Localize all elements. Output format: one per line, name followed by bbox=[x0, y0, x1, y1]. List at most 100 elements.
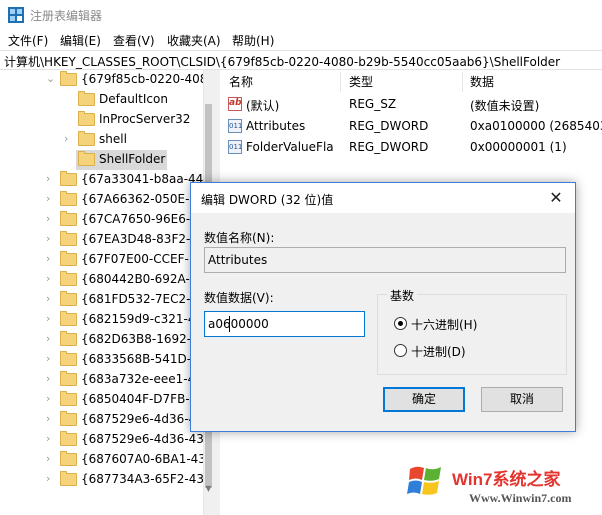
expand-chevron-icon[interactable]: › bbox=[64, 133, 74, 145]
expand-chevron-icon[interactable]: › bbox=[46, 333, 56, 345]
tree-item-label: {682159d9-c321-47 bbox=[81, 312, 204, 326]
tree-item-key[interactable]: › {67EA3D48-83F2-40 bbox=[0, 230, 206, 250]
edit-dword-dialog: 编辑 DWORD (32 位)值 ✕ 数值名称(N): Attributes 数… bbox=[190, 182, 576, 432]
column-divider[interactable] bbox=[340, 72, 341, 92]
tree-item-key[interactable]: › {687529e6-4d36-433 bbox=[0, 430, 212, 450]
scroll-down-arrow-icon[interactable]: ▼ bbox=[203, 484, 214, 494]
radio-hex-label[interactable]: 十六进制(H) bbox=[411, 316, 477, 333]
menu-edit[interactable]: 编辑(E) bbox=[60, 32, 101, 49]
address-bar[interactable]: 计算机\HKEY_CLASSES_ROOT\CLSID\{679f85cb-02… bbox=[0, 50, 602, 70]
tree-item-key[interactable]: › {687607A0-6BA1-43 bbox=[0, 450, 206, 470]
tree-item-defaulticon[interactable]: DefaultIcon bbox=[0, 90, 203, 110]
folder-icon bbox=[60, 391, 77, 406]
watermark-title: Win7系统之家 bbox=[452, 470, 561, 489]
value-name[interactable]: (默认) bbox=[246, 97, 279, 114]
expand-chevron-icon[interactable]: › bbox=[46, 273, 56, 285]
tree-item-label: {680442B0-692A-46 bbox=[81, 272, 206, 286]
value-type: REG_SZ bbox=[349, 97, 397, 111]
tree-item-inprocserver32[interactable]: InProcServer32 bbox=[0, 110, 203, 130]
tree-item-key[interactable]: › {687529e6-4d36-43 bbox=[0, 410, 204, 430]
collapse-chevron-icon[interactable]: ⌄ bbox=[46, 73, 56, 85]
tree-item-key[interactable]: › {681FD532-7EC2-45 bbox=[0, 290, 206, 310]
folder-icon bbox=[60, 291, 77, 306]
tree-item-key[interactable]: › {67F07E00-CCEF-11 bbox=[0, 250, 205, 270]
tree-item-label: {67CA7650-96E6-4F bbox=[81, 212, 205, 226]
close-icon[interactable]: ✕ bbox=[547, 189, 565, 207]
expand-chevron-icon[interactable]: › bbox=[46, 173, 56, 185]
menu-help[interactable]: 帮助(H) bbox=[232, 32, 274, 49]
value-name-field: Attributes bbox=[204, 247, 566, 273]
menu-view[interactable]: 查看(V) bbox=[113, 32, 155, 49]
window-title: 注册表编辑器 bbox=[30, 9, 103, 23]
cancel-button[interactable]: 取消 bbox=[481, 387, 563, 412]
tree-item-label: {681FD532-7EC2-45 bbox=[81, 292, 206, 306]
tree-item-parent-key[interactable]: ⌄ {679f85cb-0220-4080 bbox=[0, 70, 214, 90]
column-header-name[interactable]: 名称 bbox=[229, 73, 253, 90]
value-name-label: 数值名称(N): bbox=[204, 231, 275, 245]
regedit-app-icon bbox=[8, 7, 24, 23]
expand-chevron-icon[interactable]: › bbox=[46, 353, 56, 365]
expand-chevron-icon[interactable]: › bbox=[46, 233, 56, 245]
value-name[interactable]: FolderValueFla bbox=[246, 140, 334, 154]
value-name[interactable]: Attributes bbox=[246, 119, 305, 133]
folder-icon bbox=[78, 91, 95, 106]
expand-chevron-icon[interactable]: › bbox=[46, 213, 56, 225]
column-header-data[interactable]: 数据 bbox=[470, 73, 494, 90]
expand-chevron-icon[interactable]: › bbox=[46, 253, 56, 265]
dword-value-icon: 011 bbox=[228, 140, 242, 154]
expand-chevron-icon[interactable]: › bbox=[46, 193, 56, 205]
menu-file[interactable]: 文件(F) bbox=[8, 32, 48, 49]
radio-decimal[interactable] bbox=[394, 344, 407, 357]
tree-item-label: {67F07E00-CCEF-11 bbox=[81, 252, 205, 266]
tree-item-key[interactable]: › {67a33041-b8aa-443 bbox=[0, 170, 211, 190]
expand-chevron-icon[interactable]: › bbox=[46, 453, 56, 465]
expand-chevron-icon[interactable]: › bbox=[46, 313, 56, 325]
expand-chevron-icon[interactable]: › bbox=[46, 413, 56, 425]
folder-icon bbox=[60, 371, 77, 386]
tree-item-key[interactable]: › {6850404F-D7FB-32 bbox=[0, 390, 205, 410]
text-caret bbox=[229, 316, 230, 332]
tree-item-key[interactable]: › {67A66362-050E-42 bbox=[0, 190, 205, 210]
tree-item-label: ShellFolder bbox=[99, 152, 166, 166]
folder-icon bbox=[60, 251, 77, 266]
menu-favorites[interactable]: 收藏夹(A) bbox=[167, 32, 221, 49]
string-value-icon: ab bbox=[228, 97, 242, 111]
column-header-type[interactable]: 类型 bbox=[349, 73, 373, 90]
folder-icon bbox=[60, 451, 77, 466]
expand-chevron-icon[interactable]: › bbox=[46, 373, 56, 385]
ok-button[interactable]: 确定 bbox=[383, 387, 465, 412]
tree-item-label: {67A66362-050E-42 bbox=[81, 192, 205, 206]
folder-icon bbox=[60, 211, 77, 226]
tree-item-key[interactable]: › {682D63B8-1692-31 bbox=[0, 330, 207, 350]
tree-item-shell[interactable]: › shell bbox=[0, 130, 203, 150]
tree-item-label: DefaultIcon bbox=[99, 92, 168, 106]
tree-item-label: {6850404F-D7FB-32 bbox=[81, 392, 205, 406]
value-type: REG_DWORD bbox=[349, 140, 429, 154]
registry-tree[interactable]: ⌄ {679f85cb-0220-4080 DefaultIcon InProc… bbox=[0, 70, 214, 515]
column-divider[interactable] bbox=[462, 72, 463, 92]
value-data: 0x00000001 (1) bbox=[470, 140, 567, 154]
folder-icon bbox=[78, 131, 95, 146]
expand-chevron-icon[interactable]: › bbox=[46, 393, 56, 405]
expand-chevron-icon[interactable]: › bbox=[46, 473, 56, 485]
radio-decimal-label[interactable]: 十进制(D) bbox=[411, 343, 466, 360]
tree-item-key[interactable]: › {683a732e-eee1-4a bbox=[0, 370, 203, 390]
tree-item-key[interactable]: › {682159d9-c321-47 bbox=[0, 310, 203, 330]
tree-item-label: {682D63B8-1692-31 bbox=[81, 332, 207, 346]
folder-icon bbox=[78, 151, 95, 166]
tree-item-key[interactable]: › {680442B0-692A-46 bbox=[0, 270, 206, 290]
folder-icon bbox=[60, 311, 77, 326]
windows-logo-icon bbox=[407, 466, 441, 495]
radio-hex[interactable] bbox=[394, 317, 407, 330]
base-groupbox bbox=[377, 294, 567, 375]
expand-chevron-icon[interactable]: › bbox=[46, 433, 56, 445]
expand-chevron-icon[interactable]: › bbox=[46, 293, 56, 305]
tree-item-key[interactable]: › {6833568B-541D-42 bbox=[0, 350, 206, 370]
dialog-title: 编辑 DWORD (32 位)值 bbox=[201, 193, 334, 207]
tree-item-key[interactable]: › {687734A3-65F2-43E bbox=[0, 470, 212, 490]
tree-item-shellfolder-selected[interactable]: ShellFolder bbox=[76, 150, 167, 170]
tree-item-key[interactable]: › {67CA7650-96E6-4F bbox=[0, 210, 205, 230]
folder-icon bbox=[60, 471, 77, 486]
address-path[interactable]: 计算机\HKEY_CLASSES_ROOT\CLSID\{679f85cb-02… bbox=[4, 53, 560, 70]
tree-item-label: {687607A0-6BA1-43 bbox=[81, 452, 206, 466]
